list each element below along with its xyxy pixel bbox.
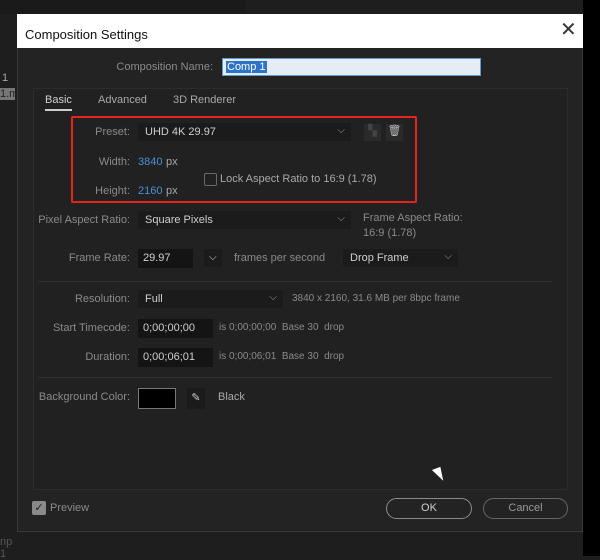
duration-label: Duration: <box>85 351 130 363</box>
bg-color-name: Black <box>218 391 245 403</box>
app-right-black <box>583 0 600 556</box>
width-label: Width: <box>98 156 130 168</box>
tab-3d-renderer[interactable]: 3D Renderer <box>173 94 236 106</box>
start-timecode-input[interactable]: 0;00;00;00 <box>138 319 213 338</box>
chevron-down-icon: ⌵ <box>209 252 217 263</box>
comp-name-label: Composition Name: <box>116 61 213 73</box>
bg-color-swatch[interactable] <box>138 388 176 409</box>
resolution-dropdown[interactable]: Full ⌵ <box>138 290 283 308</box>
par-dropdown[interactable]: Square Pixels ⌵ <box>138 211 351 229</box>
preview-label: Preview <box>50 502 90 514</box>
height-unit: px <box>166 185 178 197</box>
duration-input[interactable]: 0;00;06;01 <box>138 348 213 367</box>
bg-color-label: Background Color: <box>38 391 130 403</box>
bg-label-3: np 1 <box>0 536 13 560</box>
start-timecode-info: is 0;00;00;00 Base 30 drop <box>219 322 345 333</box>
far-value: 16:9 (1.78) <box>363 227 417 239</box>
height-label: Height: <box>95 185 130 197</box>
close-icon[interactable]: ✕ <box>560 17 577 42</box>
lock-aspect-label: Lock Aspect Ratio to 16:9 (1.78) <box>220 173 377 185</box>
par-label: Pixel Aspect Ratio: <box>38 214 130 226</box>
chevron-down-icon: ⌵ <box>269 292 277 303</box>
dialog-title: Composition Settings <box>17 14 583 48</box>
fps-label: frames per second <box>234 252 326 264</box>
preset-value: UHD 4K 29.97 <box>145 126 216 138</box>
height-value[interactable]: 2160 <box>138 185 162 197</box>
chevron-down-icon: ⌵ <box>337 213 345 224</box>
app-background-panel <box>0 0 246 14</box>
tab-basic[interactable]: Basic <box>45 94 72 111</box>
ok-button[interactable]: OK <box>386 498 472 519</box>
trash-icon[interactable]: 🗑 <box>386 124 403 141</box>
par-value: Square Pixels <box>145 214 213 226</box>
bg-label-1: 1 <box>2 72 9 84</box>
far-label: Frame Aspect Ratio: <box>363 212 463 224</box>
start-timecode-label: Start Timecode: <box>52 322 130 334</box>
resolution-value: Full <box>145 293 163 305</box>
divider <box>38 281 553 282</box>
lock-aspect-checkbox[interactable] <box>204 173 217 186</box>
drop-frame-value: Drop Frame <box>350 252 409 264</box>
frame-rate-dropdown-button[interactable]: ⌵ <box>204 249 222 267</box>
frame-rate-label: Frame Rate: <box>68 252 130 264</box>
resolution-label: Resolution: <box>74 293 130 305</box>
duration-info: is 0;00;06;01 Base 30 drop <box>219 351 345 362</box>
tab-advanced[interactable]: Advanced <box>98 94 147 106</box>
preset-label: Preset: <box>95 126 130 138</box>
resolution-info: 3840 x 2160, 31.6 MB per 8bpc frame <box>292 293 460 304</box>
preset-dropdown[interactable]: UHD 4K 29.97 ⌵ <box>138 123 351 141</box>
divider <box>38 377 553 378</box>
bg-label-2: 1.m <box>0 88 15 100</box>
cancel-button[interactable]: Cancel <box>483 498 568 519</box>
width-value[interactable]: 3840 <box>138 156 162 168</box>
drop-frame-dropdown[interactable]: Drop Frame ⌵ <box>343 249 458 267</box>
comp-name-value: Comp 1 <box>226 61 267 73</box>
save-preset-icon[interactable]: ▚ <box>364 124 381 141</box>
comp-name-input[interactable]: Comp 1 <box>222 58 481 76</box>
frame-rate-input[interactable]: 29.97 <box>138 249 193 268</box>
width-unit: px <box>166 156 178 168</box>
eyedropper-icon[interactable]: ✎ <box>187 388 205 409</box>
chevron-down-icon: ⌵ <box>337 125 345 136</box>
preview-checkbox[interactable]: ✓ <box>32 501 46 515</box>
chevron-down-icon: ⌵ <box>444 251 452 262</box>
